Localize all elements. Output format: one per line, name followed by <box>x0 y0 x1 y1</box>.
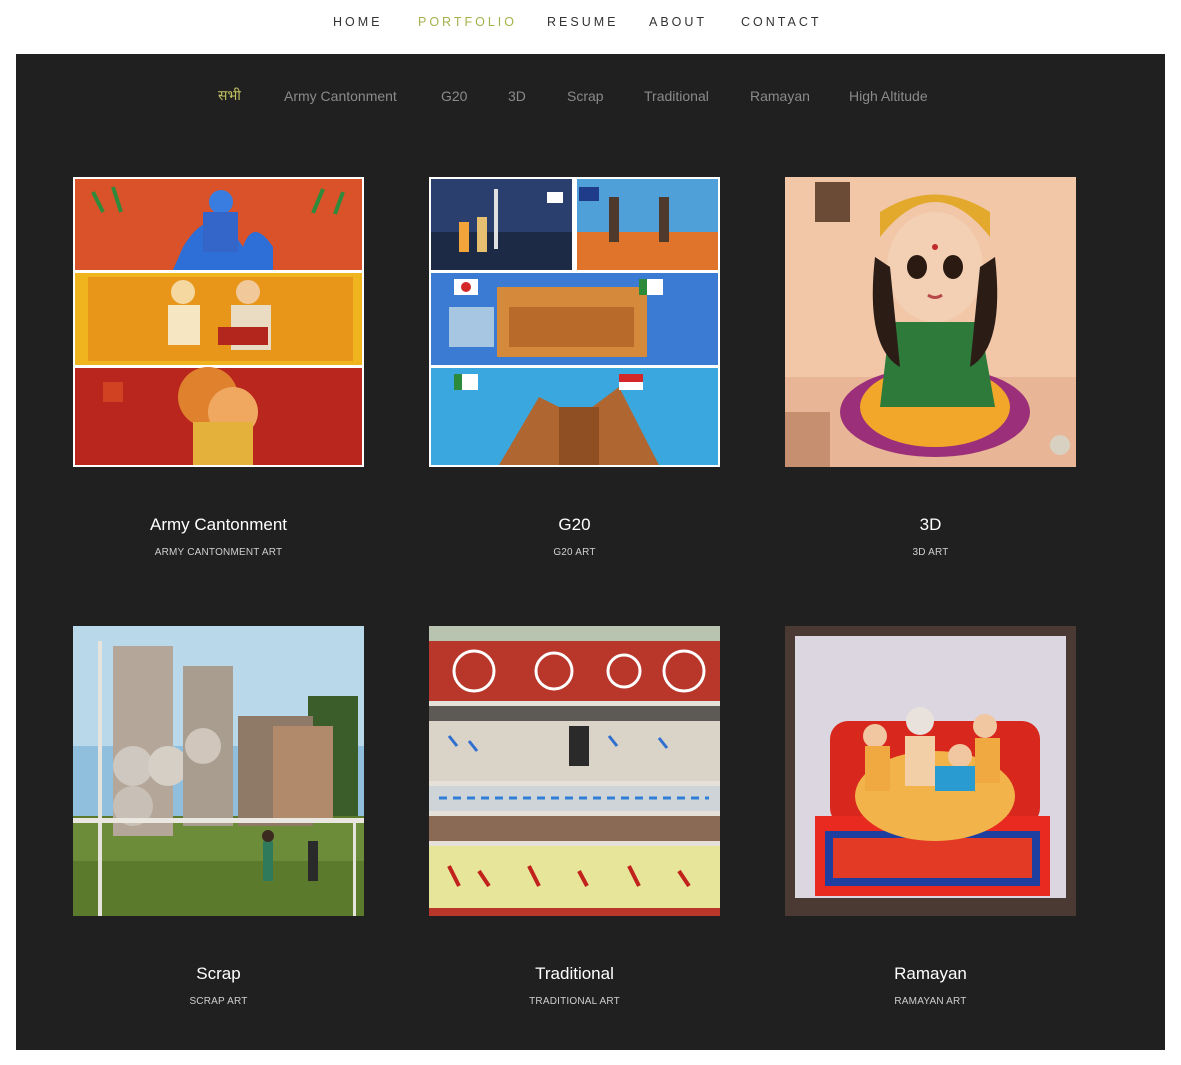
filter-ramayan[interactable]: Ramayan <box>750 88 810 104</box>
portfolio-item-title[interactable]: 3D <box>785 515 1076 535</box>
portfolio-filter-bar: सभी Army Cantonment G20 3D Scrap Traditi… <box>16 86 1165 108</box>
portfolio-item-subtitle: SCRAP ART <box>189 996 248 1007</box>
nav-home-link[interactable]: HOME <box>333 15 383 29</box>
nav-portfolio-link[interactable]: PORTFOLIO <box>418 15 517 29</box>
filter-scrap[interactable]: Scrap <box>567 88 604 104</box>
filter-g20[interactable]: G20 <box>441 88 467 104</box>
g20-image <box>429 177 720 467</box>
3d-image <box>785 177 1076 467</box>
filter-army-cantonment[interactable]: Army Cantonment <box>284 88 397 104</box>
top-navigation: HOME PORTFOLIO RESUME ABOUT CONTACT <box>0 0 1181 46</box>
portfolio-item-title[interactable]: Ramayan <box>785 964 1076 984</box>
portfolio-item-army-cantonment[interactable]: Army Cantonment ARMY CANTONMENT ART <box>73 177 364 558</box>
scrap-thumbnail[interactable] <box>73 626 364 916</box>
traditional-image <box>429 626 720 916</box>
g20-thumbnail[interactable] <box>429 177 720 467</box>
portfolio-item-traditional[interactable]: Traditional TRADITIONAL ART <box>429 626 720 1007</box>
portfolio-item-subtitle: RAMAYAN ART <box>894 996 967 1007</box>
portfolio-panel: सभी Army Cantonment G20 3D Scrap Traditi… <box>16 54 1165 1050</box>
scrap-image <box>73 626 364 916</box>
portfolio-item-title[interactable]: Traditional <box>429 964 720 984</box>
portfolio-item-subtitle: G20 ART <box>553 547 596 558</box>
filter-traditional[interactable]: Traditional <box>644 88 709 104</box>
nav-contact-link[interactable]: CONTACT <box>741 15 822 29</box>
filter-3d[interactable]: 3D <box>508 88 526 104</box>
portfolio-item-subtitle: 3D ART <box>912 547 949 558</box>
portfolio-item-g20[interactable]: G20 G20 ART <box>429 177 720 558</box>
army-cantonment-thumbnail[interactable] <box>73 177 364 467</box>
portfolio-item-title[interactable]: G20 <box>429 515 720 535</box>
3d-thumbnail[interactable] <box>785 177 1076 467</box>
portfolio-item-scrap[interactable]: Scrap SCRAP ART <box>73 626 364 1007</box>
portfolio-item-3d[interactable]: 3D 3D ART <box>785 177 1076 558</box>
nav-resume-link[interactable]: RESUME <box>547 15 618 29</box>
portfolio-item-subtitle: ARMY CANTONMENT ART <box>154 547 283 558</box>
portfolio-item-title[interactable]: Scrap <box>73 964 364 984</box>
portfolio-item-title[interactable]: Army Cantonment <box>73 515 364 535</box>
filter-all[interactable]: सभी <box>218 86 241 105</box>
traditional-thumbnail[interactable] <box>429 626 720 916</box>
portfolio-item-ramayan[interactable]: Ramayan RAMAYAN ART <box>785 626 1076 1007</box>
nav-about-link[interactable]: ABOUT <box>649 15 707 29</box>
ramayan-image <box>785 626 1076 916</box>
portfolio-item-subtitle: TRADITIONAL ART <box>529 996 620 1007</box>
ramayan-thumbnail[interactable] <box>785 626 1076 916</box>
filter-high-altitude[interactable]: High Altitude <box>849 88 928 104</box>
army-cantonment-image <box>73 177 364 467</box>
